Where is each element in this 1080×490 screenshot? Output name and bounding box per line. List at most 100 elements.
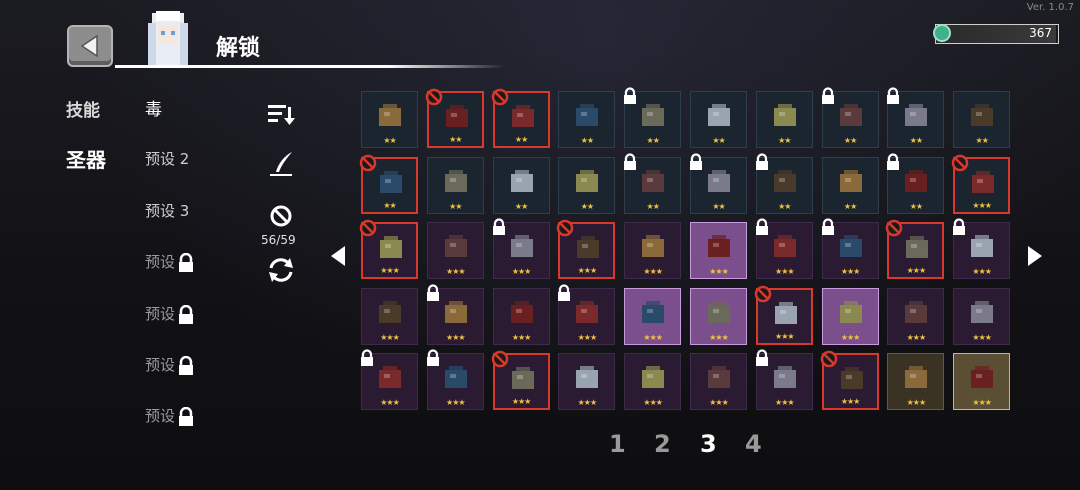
- relic-slot[interactable]: ★★★: [754, 285, 813, 345]
- relic-slot[interactable]: ★★★: [755, 218, 813, 279]
- prev-page-arrow[interactable]: [330, 245, 346, 267]
- page-2[interactable]: 2: [654, 430, 671, 458]
- lock-icon: [821, 87, 834, 104]
- relic-slot[interactable]: ★★: [755, 152, 813, 214]
- relic-slot[interactable]: ★★: [953, 91, 1011, 148]
- relic-slot[interactable]: ★★★: [755, 349, 813, 410]
- relic-slot[interactable]: ★★: [426, 156, 484, 214]
- preset-2[interactable]: 预设 2: [145, 148, 189, 169]
- relic-slot[interactable]: ★★: [359, 154, 418, 214]
- relic-icon: [840, 367, 863, 389]
- relic-slot[interactable]: ★★: [558, 91, 616, 148]
- preset-7[interactable]: 预设: [145, 405, 196, 427]
- relic-slot[interactable]: ★★★: [624, 287, 682, 345]
- refresh-icon[interactable]: [266, 256, 296, 284]
- relic-icon: [576, 104, 599, 126]
- relic-icon: [972, 170, 995, 193]
- relic-icon: [971, 300, 994, 323]
- relic-slot[interactable]: ★★★: [953, 353, 1011, 410]
- relic-icon: [773, 235, 796, 257]
- relic-slot[interactable]: ★★★: [887, 353, 945, 410]
- next-page-arrow[interactable]: [1027, 245, 1043, 267]
- relic-slot[interactable]: ★★★: [558, 353, 616, 410]
- relic-slot[interactable]: ★★: [492, 156, 550, 214]
- relic-slot[interactable]: ★★★: [887, 287, 945, 345]
- relic-stars: ★★★: [709, 398, 729, 407]
- relic-slot[interactable]: ★★: [821, 87, 879, 148]
- relic-stars: ★★★: [577, 266, 598, 275]
- relic-slot[interactable]: ★★: [690, 152, 747, 214]
- relic-stars: ★★: [449, 201, 462, 211]
- relic-slot[interactable]: ★★★: [624, 353, 682, 410]
- relic-slot[interactable]: ★★★: [359, 219, 418, 279]
- relic-slot[interactable]: ★★★: [426, 283, 484, 345]
- lock-icon: [755, 152, 768, 170]
- page-3[interactable]: 3: [700, 430, 717, 458]
- relic-stars: ★★: [712, 136, 725, 145]
- preset-1[interactable]: 毒: [145, 95, 162, 120]
- ban-icon: [359, 219, 377, 237]
- relic-slot[interactable]: ★★★: [426, 222, 484, 279]
- relic-slot[interactable]: ★★: [624, 152, 682, 214]
- relic-stars: ★★★: [775, 331, 795, 341]
- relic-slot[interactable]: ★★★: [557, 219, 616, 279]
- sort-icon[interactable]: [266, 101, 296, 127]
- ban-icon[interactable]: [269, 204, 293, 228]
- relic-slot[interactable]: ★★★: [558, 283, 616, 345]
- relic-slot[interactable]: ★★: [887, 87, 945, 148]
- relic-slot[interactable]: ★★★: [492, 218, 550, 279]
- category-relics[interactable]: 圣器: [66, 144, 106, 173]
- relic-stars: ★★★: [511, 267, 532, 276]
- relic-slot[interactable]: ★★★: [886, 219, 945, 279]
- relic-slot[interactable]: ★★★: [491, 350, 550, 410]
- preset-6[interactable]: 预设: [145, 354, 196, 376]
- preset-5[interactable]: 预设: [145, 303, 196, 325]
- relic-slot[interactable]: ★★★: [426, 349, 484, 410]
- relic-slot[interactable]: ★★: [624, 87, 682, 148]
- relic-icon: [576, 366, 599, 388]
- category-skills[interactable]: 技能: [66, 96, 100, 121]
- relic-slot[interactable]: ★★★: [953, 218, 1011, 279]
- relic-stars: ★★: [514, 201, 528, 211]
- relic-slot[interactable]: ★★★: [492, 287, 550, 345]
- lock-icon: [755, 349, 768, 366]
- relic-slot[interactable]: ★★★: [951, 154, 1011, 214]
- relic-slot[interactable]: ★★: [425, 88, 484, 148]
- ban-icon: [886, 219, 903, 237]
- relic-slot[interactable]: ★★: [887, 152, 945, 214]
- relic-icon: [905, 300, 928, 323]
- relic-slot[interactable]: ★★★: [690, 287, 747, 345]
- relic-slot[interactable]: ★★: [755, 91, 813, 148]
- relic-slot[interactable]: ★★★: [690, 222, 747, 279]
- relic-stars: ★★★: [380, 398, 400, 407]
- page-4[interactable]: 4: [745, 430, 762, 458]
- relic-icon: [708, 235, 730, 257]
- relic-slot[interactable]: ★★: [821, 156, 879, 214]
- relic-stars: ★★: [778, 136, 791, 145]
- relic-slot[interactable]: ★★: [491, 88, 550, 148]
- relic-stars: ★★: [449, 135, 462, 144]
- relic-slot[interactable]: ★★: [558, 156, 616, 214]
- relic-slot[interactable]: ★★★: [690, 353, 747, 410]
- relic-icon: [971, 235, 994, 257]
- currency-bar: 367: [933, 24, 1059, 44]
- relic-slot[interactable]: ★★★: [361, 287, 418, 345]
- relic-slot[interactable]: ★★★: [624, 222, 682, 279]
- relic-icon: [379, 300, 401, 323]
- relic-slot[interactable]: ★★★: [953, 287, 1011, 345]
- lock-icon: [690, 152, 702, 170]
- relic-stars: ★★: [778, 201, 791, 211]
- preset-4[interactable]: 预设: [145, 251, 196, 273]
- preset-3[interactable]: 预设 3: [145, 200, 189, 221]
- relic-slot[interactable]: ★★: [690, 91, 747, 148]
- relic-slot[interactable]: ★★★: [820, 350, 879, 410]
- relic-slot[interactable]: ★★★: [821, 218, 879, 279]
- quill-icon[interactable]: [268, 150, 296, 178]
- relic-stars: ★★: [383, 200, 396, 210]
- relic-stars: ★★★: [906, 266, 927, 275]
- page-1[interactable]: 1: [609, 430, 626, 458]
- back-button[interactable]: [67, 25, 113, 67]
- relic-slot[interactable]: ★★★: [361, 349, 418, 410]
- relic-slot[interactable]: ★★★: [821, 287, 879, 345]
- relic-slot[interactable]: ★★: [361, 91, 418, 148]
